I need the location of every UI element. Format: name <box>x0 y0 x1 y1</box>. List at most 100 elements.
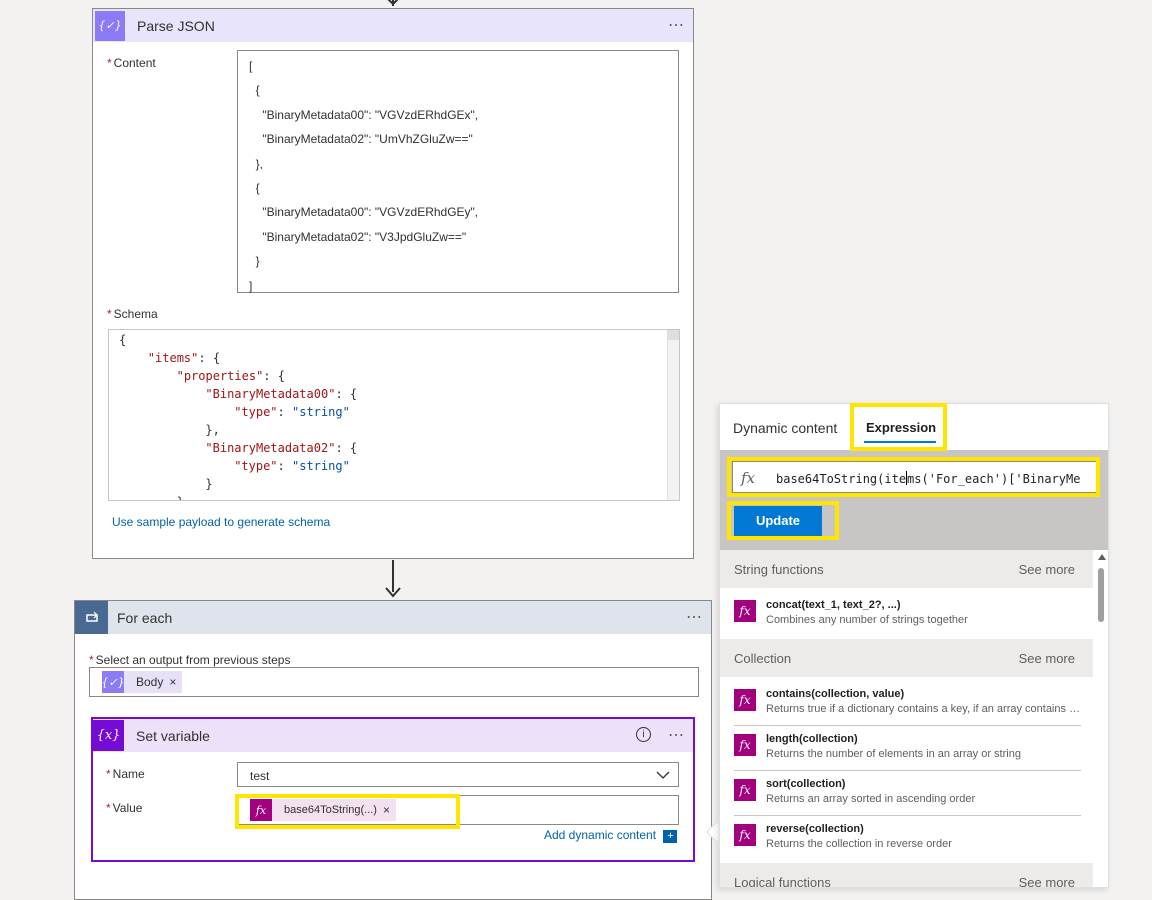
schema-line: "properties": { <box>176 369 285 383</box>
for-each-more-icon[interactable]: ⋯ <box>686 607 703 627</box>
function-name: length(collection) <box>766 733 858 745</box>
content-line: }, <box>249 156 264 171</box>
fx-icon: fx <box>741 469 756 487</box>
function-name: sort(collection) <box>766 778 846 790</box>
expression-panel: Dynamic content Expression fx base64ToSt… <box>719 403 1109 888</box>
set-variable-card: {x} Set variable i ⋯ * Name test * Value f… <box>91 717 695 862</box>
function-name: reverse(collection) <box>766 823 864 835</box>
function-list-scrollbar[interactable] <box>1094 550 1108 887</box>
schema-line: "type": "string" <box>234 405 350 419</box>
tab-dynamic-content[interactable]: Dynamic content <box>733 420 837 436</box>
see-more-link[interactable]: See more <box>1019 651 1075 666</box>
fx-icon: fx <box>734 734 756 756</box>
scrollbar-thumb[interactable] <box>1098 568 1104 622</box>
update-button[interactable]: Update <box>734 506 822 536</box>
for-each-title: For each <box>117 609 173 626</box>
expression-token-remove-icon[interactable]: × <box>383 803 390 817</box>
sample-payload-link[interactable]: Use sample payload to generate schema <box>112 515 330 529</box>
function-item[interactable]: fx contains(collection, value) Returns tru… <box>720 681 1093 726</box>
content-line: } <box>249 254 260 269</box>
body-token-label: Body <box>136 675 164 689</box>
function-section-header: String functions See more <box>720 550 1093 588</box>
schema-scrollbar-corner <box>667 330 679 340</box>
content-line: ] <box>249 278 253 293</box>
schema-line: "BinaryMetadata00": { <box>205 387 358 401</box>
function-section-header: Collection See more <box>720 639 1093 677</box>
content-line: { <box>249 181 260 195</box>
scroll-up-icon[interactable] <box>1098 554 1106 560</box>
expression-token[interactable]: fx base64ToString(...) × <box>250 799 396 821</box>
function-section-title: Logical functions <box>734 875 831 888</box>
body-token[interactable]: {✓} Body × <box>101 671 183 693</box>
function-item[interactable]: fx sort(collection) Returns an array sorte… <box>720 771 1093 816</box>
parse-json-header[interactable]: {✓} Parse JSON ⋯ <box>93 9 693 42</box>
content-line: "BinaryMetadata00": "VGVzdERhdGEx", <box>249 107 479 122</box>
schema-scrollbar[interactable] <box>667 330 679 500</box>
function-description: Returns the collection in reverse order <box>766 838 952 850</box>
function-description: Returns the number of elements in an arr… <box>766 748 1021 760</box>
name-value: test <box>250 769 270 783</box>
function-item[interactable]: fx concat(text_1, text_2?, ...) Combines a… <box>720 592 1093 637</box>
schema-editor[interactable]: { "items": { "properties": { "BinaryMetadat… <box>108 329 680 501</box>
content-label: * Content <box>107 56 156 70</box>
function-description: Combines any number of strings together <box>766 614 968 626</box>
schema-line: "type": "string" <box>234 459 350 473</box>
variable-icon: {x} <box>93 720 124 751</box>
content-line: "BinaryMetadata00": "VGVzdERhdGEy", <box>249 205 479 220</box>
function-section-header: Logical functions See more <box>720 863 1093 888</box>
loop-icon <box>75 601 108 634</box>
see-more-link[interactable]: See more <box>1019 562 1075 577</box>
content-line: "BinaryMetadata02": "UmVhZGluZw==" <box>249 132 473 147</box>
content-line: [ <box>249 59 253 73</box>
chevron-down-icon <box>656 771 670 779</box>
schema-line: { <box>119 333 127 347</box>
select-output-label: * Select an output from previous steps <box>89 653 291 667</box>
parse-json-card: {✓} Parse JSON ⋯ * Content [ { "BinaryMet… <box>92 8 694 559</box>
function-description: Returns an array sorted in ascending ord… <box>766 793 976 805</box>
function-name: concat(text_1, text_2?, ...) <box>766 599 901 611</box>
parse-json-token-icon: {✓} <box>101 671 125 693</box>
function-item[interactable]: fx reverse(collection) Returns the collect… <box>720 816 1093 861</box>
set-variable-title: Set variable <box>136 727 210 744</box>
arrow-down-icon <box>384 0 402 6</box>
schema-label: * Schema <box>107 307 158 321</box>
for-each-header[interactable]: For each ⋯ <box>75 601 711 634</box>
value-label: * Value <box>106 801 143 815</box>
select-output-input[interactable]: {✓} Body × <box>89 667 699 697</box>
function-section-title: String functions <box>734 562 824 577</box>
add-plus-icon: + <box>663 830 678 843</box>
function-item[interactable]: fx length(collection) Returns the number o… <box>720 726 1093 771</box>
fx-icon: fx <box>734 600 756 622</box>
content-line: "BinaryMetadata02": "V3JpdGluZw==" <box>249 229 467 244</box>
parse-json-more-icon[interactable]: ⋯ <box>668 15 685 35</box>
fx-icon: fx <box>734 689 756 711</box>
body-token-remove-icon[interactable]: × <box>169 675 176 689</box>
schema-line: } <box>205 477 213 491</box>
expression-token-label: base64ToString(...) <box>284 804 377 816</box>
see-more-link[interactable]: See more <box>1019 875 1075 887</box>
set-variable-header[interactable]: {x} Set variable i ⋯ <box>93 719 693 752</box>
fx-icon: fx <box>250 799 272 821</box>
content-input[interactable]: [ { "BinaryMetadata00": "VGVzdERhdGEx", … <box>237 50 679 293</box>
function-name: contains(collection, value) <box>766 688 905 700</box>
schema-line: "items": { <box>147 351 221 365</box>
add-dynamic-content-link[interactable]: Add dynamic content + <box>544 828 678 843</box>
schema-line: } <box>177 495 184 500</box>
name-dropdown[interactable]: test <box>237 762 679 787</box>
tab-expression-underline <box>864 441 936 443</box>
expression-input[interactable]: fx base64ToString(items('For_each')['Bin… <box>732 461 1098 493</box>
value-input[interactable]: fx base64ToString(...) × <box>237 795 679 825</box>
info-icon[interactable]: i <box>636 727 651 742</box>
set-variable-more-icon[interactable]: ⋯ <box>668 725 685 745</box>
parse-json-icon: {✓} <box>95 10 125 41</box>
schema-line: }, <box>205 423 220 437</box>
function-list: String functions See more fx concat(text_1,… <box>720 550 1093 888</box>
tab-expression[interactable]: Expression <box>866 420 936 435</box>
arrow-down-icon <box>384 587 402 599</box>
fx-icon: fx <box>734 779 756 801</box>
schema-line: "BinaryMetadata02": { <box>205 441 358 455</box>
expression-text: base64ToString(items('For_each')['Binary… <box>776 471 1081 486</box>
function-section-title: Collection <box>734 651 792 666</box>
parse-json-title: Parse JSON <box>137 17 215 34</box>
content-line: { <box>249 83 260 98</box>
